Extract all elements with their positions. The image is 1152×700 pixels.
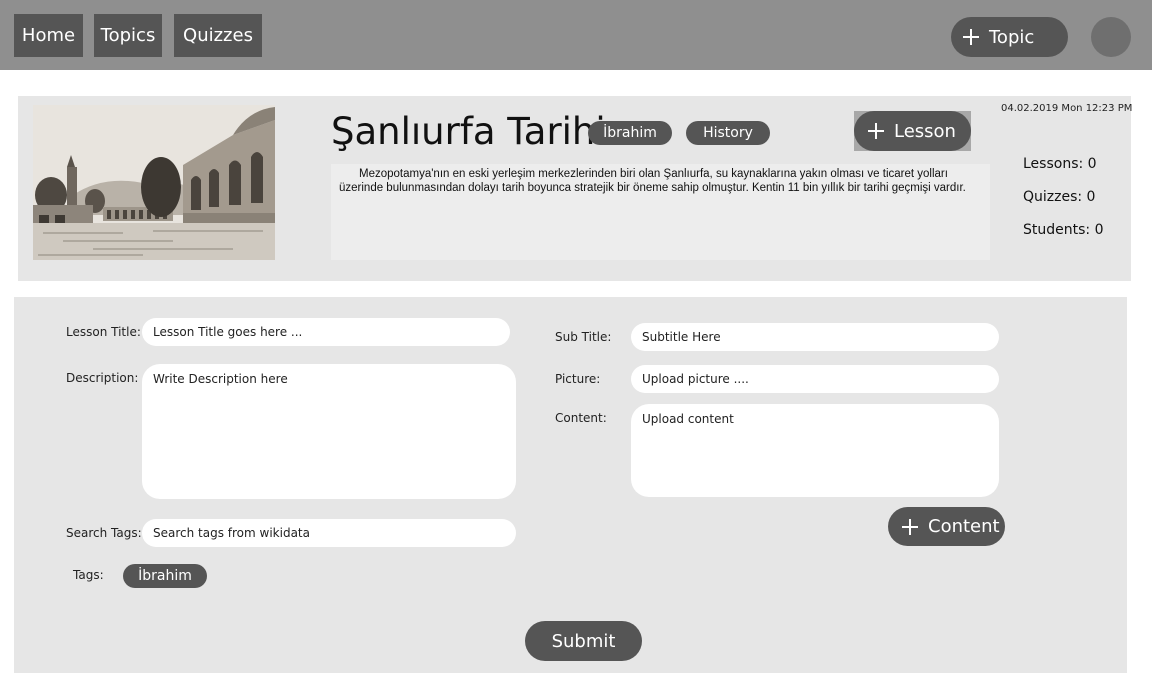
subtitle-input[interactable]: Subtitle Here [631, 323, 999, 351]
add-lesson-button[interactable]: Lesson [854, 111, 971, 151]
user-avatar[interactable] [1091, 17, 1131, 57]
content-label: Content: [555, 411, 607, 425]
nav-topics-button[interactable]: Topics [94, 14, 162, 57]
lesson-title-input[interactable]: Lesson Title goes here ... [142, 318, 510, 346]
topic-image [33, 105, 275, 260]
historic-pool-illustration [33, 105, 275, 260]
lessons-count: Lessons: 0 [1023, 156, 1097, 172]
add-lesson-label: Lesson [894, 120, 956, 142]
form-tag-ibrahim[interactable]: İbrahim [123, 564, 207, 588]
topic-tag-history[interactable]: History [686, 121, 770, 145]
content-upload-area[interactable]: Upload content [631, 404, 999, 497]
topic-tag-ibrahim[interactable]: İbrahim [588, 121, 672, 145]
picture-upload-input[interactable]: Upload picture .... [631, 365, 999, 393]
submit-button[interactable]: Submit [525, 621, 642, 661]
topic-description: Mezopotamya'nın en eski yerleşim merkezl… [331, 164, 990, 260]
subtitle-label: Sub Title: [555, 330, 612, 344]
description-textarea[interactable]: Write Description here [142, 364, 516, 499]
lesson-title-label: Lesson Title: [66, 325, 141, 339]
add-topic-button[interactable]: Topic [951, 17, 1068, 57]
plus-icon [963, 29, 979, 45]
topic-datetime: 04.02.2019 Mon 12:23 PM [1001, 103, 1133, 114]
description-label: Description: [66, 371, 139, 385]
plus-icon [902, 518, 918, 535]
topic-title: Şanlıurfa Tarihi [331, 110, 606, 153]
search-tags-label: Search Tags: [66, 526, 142, 540]
nav-home-button[interactable]: Home [14, 14, 83, 57]
add-topic-label: Topic [989, 26, 1035, 48]
picture-label: Picture: [555, 372, 601, 386]
add-content-button[interactable]: Content [888, 507, 1005, 546]
quizzes-count: Quizzes: 0 [1023, 189, 1096, 205]
plus-icon [868, 123, 884, 139]
add-content-label: Content [928, 516, 1000, 537]
students-count: Students: 0 [1023, 222, 1104, 238]
tags-label: Tags: [73, 568, 104, 582]
nav-quizzes-button[interactable]: Quizzes [174, 14, 262, 57]
search-tags-input[interactable]: Search tags from wikidata [142, 519, 516, 547]
